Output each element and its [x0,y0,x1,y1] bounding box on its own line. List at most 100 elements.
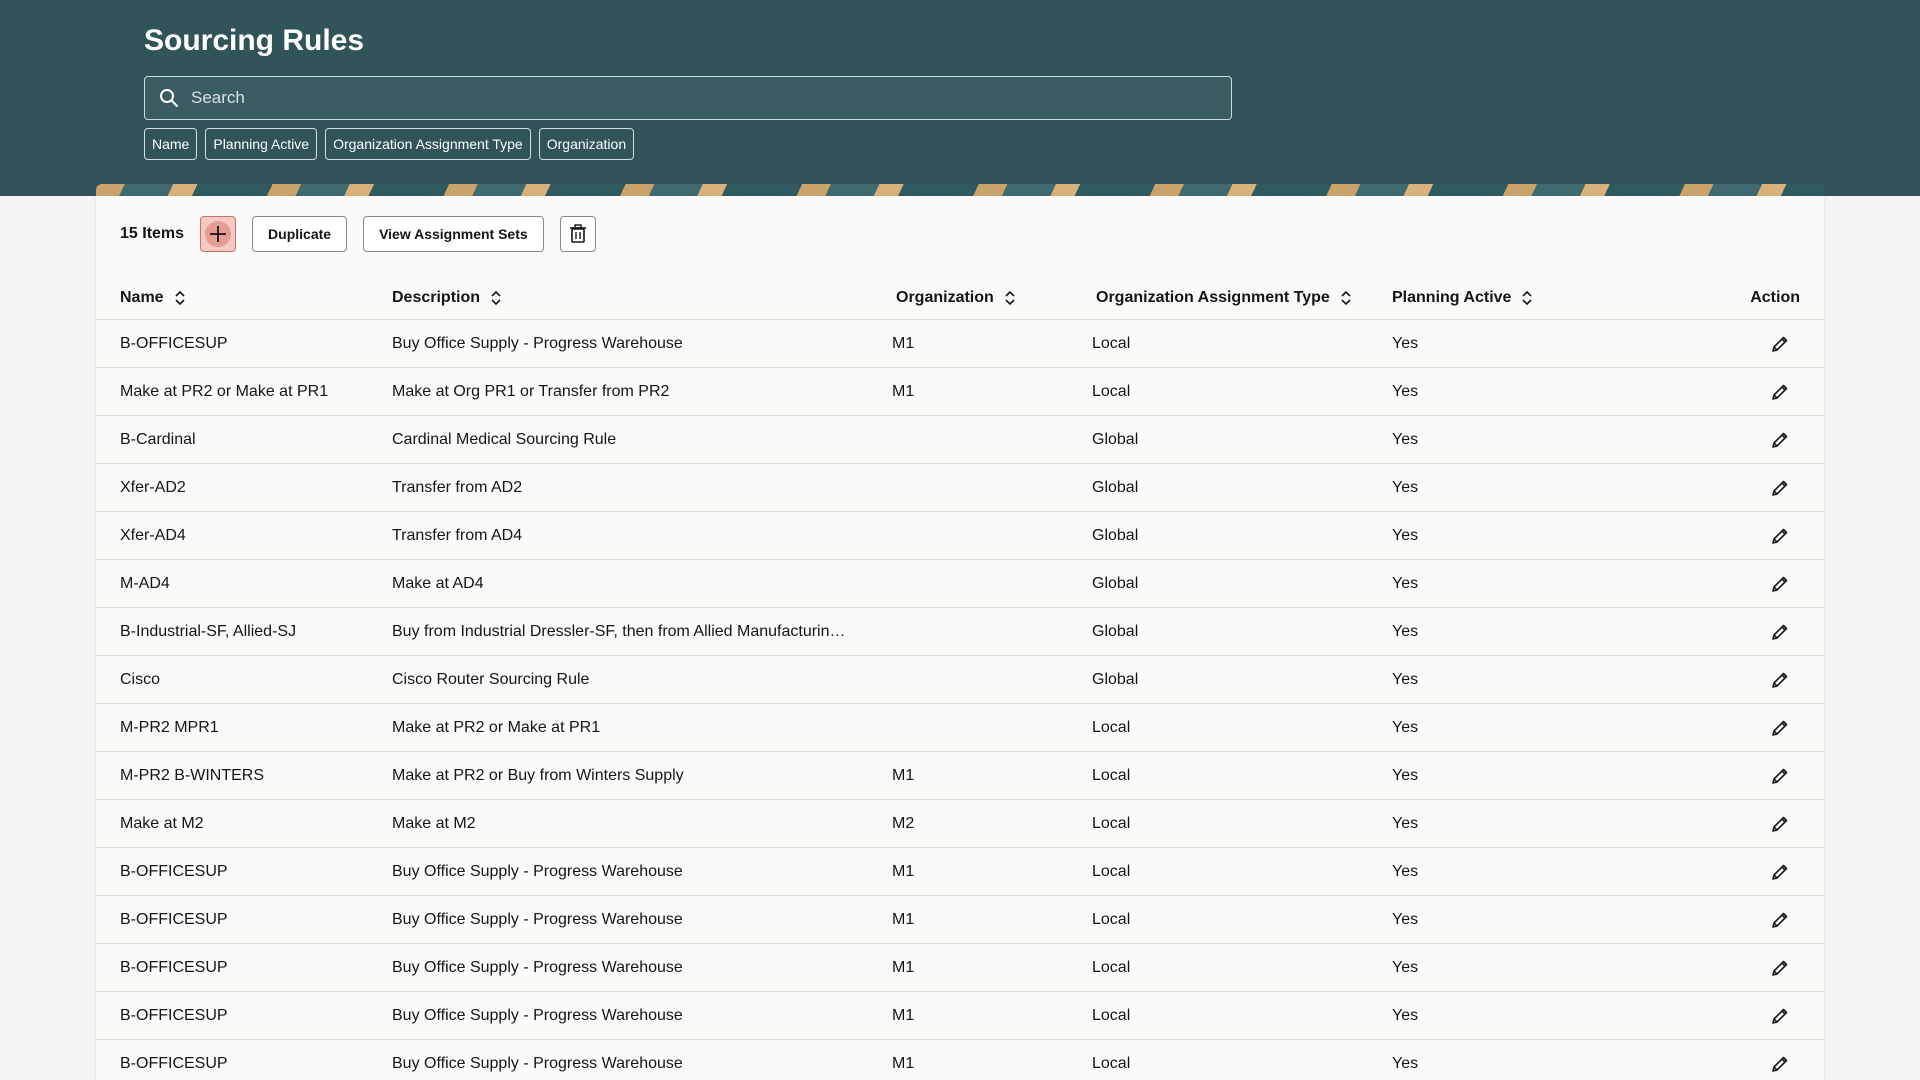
sort-icon [175,290,185,305]
cell-name: Cisco [120,670,161,688]
duplicate-button[interactable]: Duplicate [252,216,348,252]
edit-button[interactable] [1768,956,1792,980]
pencil-icon [1772,528,1788,544]
toolbar: 15 Items Duplicate View Assignment Sets [120,216,612,252]
cell-planning-active: Yes [1392,718,1419,736]
cell-name: B-Industrial-SF, Allied-SJ [120,622,297,640]
filter-chips: Name Planning Active Organization Assign… [144,128,635,160]
table-row[interactable]: Xfer-AD2 Transfer from AD2 Global Yes [96,464,1824,512]
pencil-icon [1772,624,1788,640]
cell-organization: M2 [892,814,915,832]
table-body: B-OFFICESUP Buy Office Supply - Progress… [96,320,1824,1080]
table-row[interactable]: M-PR2 B-WINTERS Make at PR2 or Buy from … [96,752,1824,800]
search-box[interactable] [144,76,1232,120]
cell-name: M-PR2 MPR1 [120,718,219,736]
cell-name: Make at M2 [120,814,204,832]
sort-icon [1341,290,1351,305]
edit-button[interactable] [1768,380,1792,404]
table-row[interactable]: B-Industrial-SF, Allied-SJ Buy from Indu… [96,608,1824,656]
cell-name: M-AD4 [120,574,170,592]
cell-planning-active: Yes [1392,334,1419,352]
filter-chip-name[interactable]: Name [144,128,198,160]
filter-chip-planning-active[interactable]: Planning Active [205,128,318,160]
table-row[interactable]: M-PR2 MPR1 Make at PR2 or Make at PR1 Lo… [96,704,1824,752]
table-row[interactable]: B-OFFICESUP Buy Office Supply - Progress… [96,320,1824,368]
cell-name: Xfer-AD2 [120,478,186,496]
cell-description: Buy Office Supply - Progress Warehouse [392,334,683,352]
cell-name: B-OFFICESUP [120,1054,228,1072]
filter-chip-organization-assignment-type[interactable]: Organization Assignment Type [325,128,531,160]
table-row[interactable]: Make at PR2 or Make at PR1 Make at Org P… [96,368,1824,416]
view-assignment-sets-button[interactable]: View Assignment Sets [363,216,544,252]
column-header-name[interactable]: Name [120,289,380,307]
pencil-icon [1772,576,1788,592]
column-header-organization[interactable]: Organization [896,289,1016,307]
sort-icon [1005,290,1015,305]
edit-button[interactable] [1768,764,1792,788]
pencil-icon [1772,768,1788,784]
cell-description: Make at Org PR1 or Transfer from PR2 [392,382,670,400]
pencil-icon [1772,912,1788,928]
search-input[interactable] [191,88,1191,108]
cell-description: Cisco Router Sourcing Rule [392,670,590,688]
cell-assignment-type: Local [1092,1006,1131,1024]
edit-button[interactable] [1768,668,1792,692]
edit-button[interactable] [1768,908,1792,932]
cell-assignment-type: Local [1092,814,1131,832]
page-title: Sourcing Rules [144,24,365,57]
table-row[interactable]: Xfer-AD4 Transfer from AD4 Global Yes [96,512,1824,560]
table-row[interactable]: B-OFFICESUP Buy Office Supply - Progress… [96,896,1824,944]
filter-chip-organization[interactable]: Organization [538,128,635,160]
cell-description: Make at AD4 [392,574,484,592]
edit-button[interactable] [1768,428,1792,452]
column-header-organization-assignment-type[interactable]: Organization Assignment Type [1096,289,1352,307]
table-row[interactable]: M-AD4 Make at AD4 Global Yes [96,560,1824,608]
table-row[interactable]: B-OFFICESUP Buy Office Supply - Progress… [96,1040,1824,1080]
table-row[interactable]: Make at M2 Make at M2 M2 Local Yes [96,800,1824,848]
edit-button[interactable] [1768,716,1792,740]
cell-name: B-Cardinal [120,430,196,448]
delete-button[interactable] [559,216,596,252]
cell-assignment-type: Local [1092,766,1131,784]
cell-assignment-type: Global [1092,526,1139,544]
pencil-icon [1772,336,1788,352]
cell-assignment-type: Global [1092,478,1139,496]
sort-icon [1522,290,1533,305]
edit-button[interactable] [1768,1052,1792,1076]
plus-icon [210,226,227,242]
cell-name: B-OFFICESUP [120,1006,228,1024]
table-row[interactable]: Cisco Cisco Router Sourcing Rule Global … [96,656,1824,704]
cell-planning-active: Yes [1392,526,1419,544]
cell-assignment-type: Local [1092,382,1131,400]
cell-name: Xfer-AD4 [120,526,186,544]
cell-assignment-type: Local [1092,1054,1131,1072]
column-header-description[interactable]: Description [392,289,872,307]
edit-button[interactable] [1768,524,1792,548]
table-row[interactable]: B-OFFICESUP Buy Office Supply - Progress… [96,992,1824,1040]
table-row[interactable]: B-Cardinal Cardinal Medical Sourcing Rul… [96,416,1824,464]
edit-button[interactable] [1768,1004,1792,1028]
edit-button[interactable] [1768,476,1792,500]
cell-description: Make at PR2 or Make at PR1 [392,718,601,736]
edit-button[interactable] [1768,812,1792,836]
sort-icon [491,290,501,305]
table-header: Name Description Organization Organizati… [96,276,1824,320]
results-card: 15 Items Duplicate View Assignment Sets … [96,196,1824,1080]
edit-button[interactable] [1768,620,1792,644]
add-button[interactable] [200,216,237,252]
edit-button[interactable] [1768,572,1792,596]
cell-assignment-type: Local [1092,718,1131,736]
edit-button[interactable] [1768,332,1792,356]
edit-button[interactable] [1768,860,1792,884]
cell-organization: M1 [892,382,915,400]
cell-description: Buy Office Supply - Progress Warehouse [392,1006,683,1024]
cell-description: Buy Office Supply - Progress Warehouse [392,1054,683,1072]
cell-description: Buy from Industrial Dressler-SF, then fr… [392,622,846,640]
column-header-planning-active[interactable]: Planning Active [1392,289,1592,307]
table-row[interactable]: B-OFFICESUP Buy Office Supply - Progress… [96,848,1824,896]
table-row[interactable]: B-OFFICESUP Buy Office Supply - Progress… [96,944,1824,992]
pencil-icon [1772,432,1788,448]
cell-assignment-type: Local [1092,862,1131,880]
pencil-icon [1772,720,1788,736]
cell-description: Buy Office Supply - Progress Warehouse [392,862,683,880]
